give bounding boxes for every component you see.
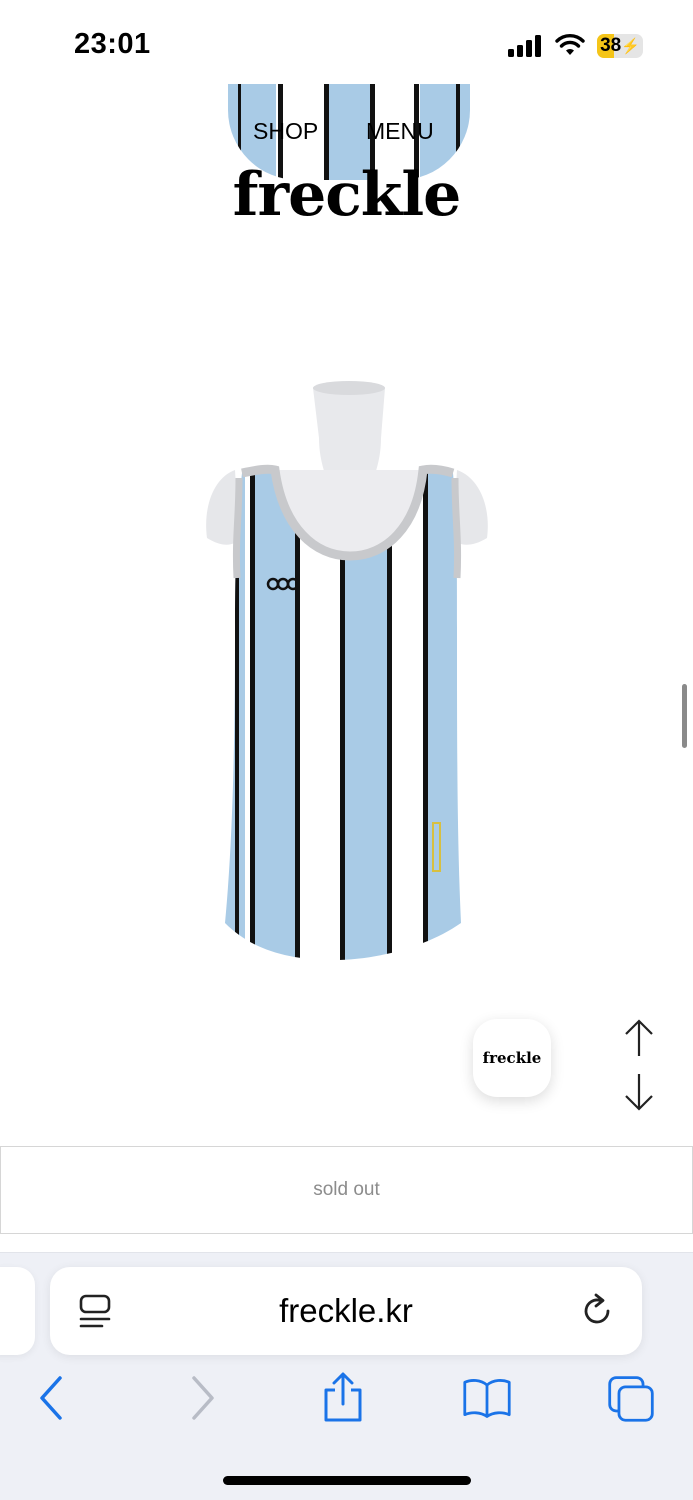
sold-out-button[interactable]: sold out xyxy=(0,1146,693,1234)
battery-level: 38⚡ xyxy=(600,35,640,56)
tabs-icon[interactable] xyxy=(606,1372,656,1424)
url-text[interactable]: freckle.kr xyxy=(50,1267,642,1355)
scroll-indicator[interactable] xyxy=(682,684,687,748)
cellular-signal-icon xyxy=(508,35,542,57)
arrow-down-icon[interactable] xyxy=(622,1072,656,1112)
site-logo[interactable]: freckle xyxy=(0,160,693,230)
back-icon[interactable] xyxy=(28,1372,78,1424)
product-image[interactable] xyxy=(195,378,495,963)
nav-menu-link[interactable]: MENU xyxy=(366,118,434,145)
share-icon[interactable] xyxy=(318,1372,368,1424)
home-indicator[interactable] xyxy=(223,1476,471,1485)
forward-icon[interactable] xyxy=(178,1372,228,1424)
battery-charging-icon: 38⚡ xyxy=(597,34,643,58)
bookmarks-icon[interactable] xyxy=(462,1372,512,1424)
status-time: 23:01 xyxy=(74,28,151,60)
reload-icon[interactable] xyxy=(580,1293,616,1329)
arrow-up-icon[interactable] xyxy=(622,1018,656,1058)
floating-brand-button[interactable]: freckle xyxy=(473,1019,551,1097)
nav-shop-link[interactable]: SHOP xyxy=(253,118,318,145)
wifi-icon xyxy=(555,34,585,55)
address-bar[interactable]: freckle.kr xyxy=(50,1267,642,1355)
previous-tab-preview[interactable] xyxy=(0,1267,35,1355)
